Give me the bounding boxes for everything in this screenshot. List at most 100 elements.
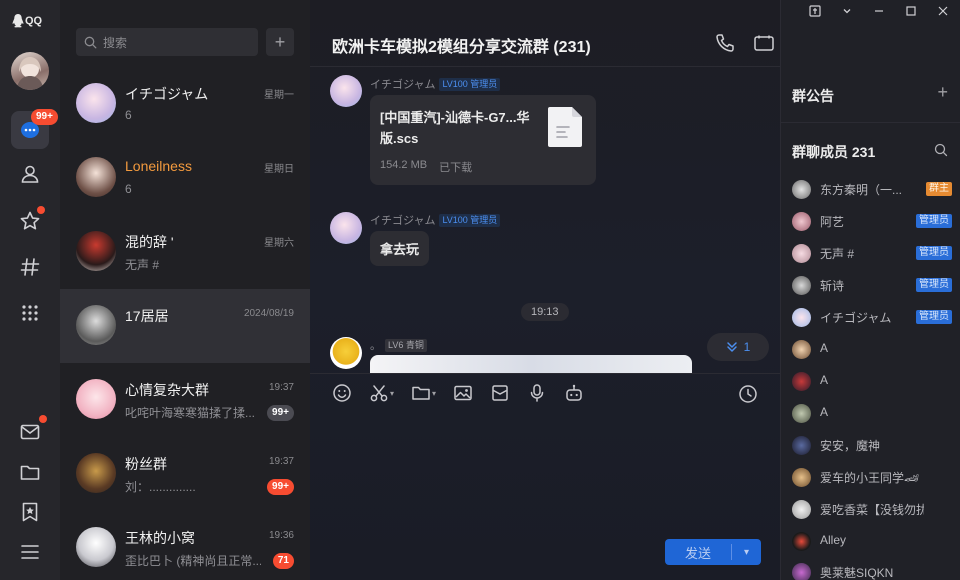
video-call-icon[interactable]: [753, 32, 775, 54]
voice-button[interactable]: [527, 383, 547, 403]
conversation-time: 星期六: [264, 238, 294, 249]
conversation-avatar: [76, 157, 116, 197]
member-search-icon[interactable]: [934, 143, 948, 157]
mail-nav-button[interactable]: [11, 413, 49, 451]
member-item[interactable]: 奥莱魅SIQKN: [792, 561, 952, 580]
member-item[interactable]: Alley: [792, 530, 952, 552]
conversation-item[interactable]: 心情复杂大群 19:37 叱咤叶海寒寒猫揉了揉... 99+: [60, 363, 310, 437]
conversation-list: 搜索 + イチゴジャム 星期一 6 Loneilness 星期日 6 混的辞 '…: [60, 0, 310, 580]
member-avatar: [792, 404, 811, 423]
chevron-down-icon[interactable]: ▾: [390, 389, 394, 398]
member-item[interactable]: 无声 # 管理员: [792, 242, 952, 264]
image-message[interactable]: [370, 355, 692, 373]
add-notice-button[interactable]: +: [937, 82, 948, 103]
robot-button[interactable]: [564, 383, 584, 403]
search-placeholder: 搜索: [103, 35, 128, 50]
admin-badge: 管理员: [916, 246, 952, 260]
conversation-preview: 无声 #: [125, 258, 160, 272]
conversation-item-selected[interactable]: 17居居 2024/08/19: [60, 289, 310, 363]
close-button[interactable]: [934, 6, 952, 19]
group-notice-title[interactable]: 群公告: [792, 86, 834, 106]
member-item[interactable]: 斩诗 管理员: [792, 274, 952, 296]
admin-badge: 管理员: [916, 278, 952, 292]
clock-history-icon[interactable]: [738, 384, 758, 404]
send-options-chevron-icon[interactable]: ▾: [732, 547, 761, 558]
member-item[interactable]: A: [792, 338, 952, 360]
search-input[interactable]: 搜索: [76, 28, 258, 56]
microphone-icon: [530, 384, 544, 402]
group-info-panel: 群公告 + 群聊成员 231 东方秦明（一... 群主 阿艺 管理员 无声 # 管理员…: [780, 0, 960, 580]
member-item[interactable]: 阿艺 管理员: [792, 210, 952, 232]
conversation-name: 心情复杂大群: [125, 382, 209, 398]
window-menu-button[interactable]: [838, 6, 856, 19]
member-item[interactable]: イチゴジャム 管理员: [792, 306, 952, 328]
member-name: 东方秦明（一...: [820, 183, 903, 197]
new-message-count: 1: [743, 340, 751, 354]
member-item[interactable]: A: [792, 370, 952, 392]
mail-icon: [20, 424, 40, 440]
conversation-name: 混的辞 ': [125, 234, 174, 250]
conversation-item[interactable]: 粉丝群 19:37 刘：.............. 99+: [60, 437, 310, 511]
member-name: A: [820, 373, 829, 387]
text-message-bubble[interactable]: 拿去玩: [370, 231, 430, 266]
member-name: 爱车的小王同学🏎: [820, 471, 920, 485]
create-chat-button[interactable]: +: [266, 28, 294, 56]
group-members-title: 群聊成员 231: [792, 144, 876, 160]
conversation-item[interactable]: イチゴジャム 星期一 6: [60, 67, 310, 141]
member-name: 爱吃香菜【没钱勿扰】: [820, 503, 924, 517]
red-packet-button[interactable]: [490, 383, 510, 403]
conversation-item[interactable]: 王林的小窝 19:36 歪比巴卜 (精神尚且正常... 71: [60, 511, 310, 580]
apps-nav-button[interactable]: [11, 294, 49, 332]
send-label: 发送: [684, 545, 711, 561]
member-avatar: [792, 563, 811, 580]
scissors-icon: [370, 385, 388, 402]
send-button[interactable]: 发送 ▾: [665, 539, 761, 565]
file-message-card[interactable]: [中国重汽]-汕德卡-G7...华版.scs 154.2 MB 已下载: [370, 95, 596, 185]
member-avatar: [792, 308, 811, 327]
member-name: A: [820, 341, 829, 355]
maximize-icon: [906, 6, 916, 16]
maximize-button[interactable]: [902, 6, 920, 19]
jump-to-new-messages-button[interactable]: 1: [707, 333, 769, 361]
unread-badge: 71: [272, 553, 294, 569]
files-nav-button[interactable]: [11, 453, 49, 491]
member-avatar: [792, 532, 811, 551]
member-item[interactable]: 爱车的小王同学🏎: [792, 466, 952, 488]
bookmarks-nav-button[interactable]: [11, 493, 49, 531]
hamburger-menu-icon: [21, 545, 39, 559]
chevron-down-icon[interactable]: ▾: [432, 389, 436, 398]
favorites-nav-button[interactable]: [11, 202, 49, 240]
hashtag-icon: [20, 258, 40, 276]
header-divider: [310, 66, 780, 67]
messages-nav-button[interactable]: 99+: [11, 109, 58, 149]
chat-panel: 欧洲卡车模拟2模组分享交流群 (231) イチゴジャム LV100 管理员 [中…: [310, 0, 780, 580]
member-item[interactable]: 东方秦明（一... 群主: [792, 178, 952, 200]
phone-icon[interactable]: [714, 32, 736, 54]
conversation-avatar: [76, 231, 116, 271]
window-controls: [806, 5, 952, 20]
admin-badge: 管理员: [916, 214, 952, 228]
emoji-button[interactable]: [332, 383, 352, 403]
member-item[interactable]: 安安，魔神: [792, 434, 952, 456]
main-menu-button[interactable]: [11, 533, 49, 571]
send-file-button[interactable]: ▾: [411, 383, 436, 403]
conversation-item[interactable]: 混的辞 ' 星期六 无声 #: [60, 215, 310, 289]
robot-icon: [566, 384, 582, 401]
contacts-nav-button[interactable]: [11, 155, 49, 193]
conversation-item[interactable]: Loneilness 星期日 6: [60, 141, 310, 215]
pin-window-button[interactable]: [806, 5, 824, 20]
close-icon: [938, 6, 948, 16]
envelope-box-icon: [492, 385, 508, 401]
member-item[interactable]: 爱吃香菜【没钱勿扰】: [792, 498, 952, 520]
screenshot-button[interactable]: ▾: [369, 383, 394, 403]
user-avatar[interactable]: [11, 52, 49, 90]
sender-avatar[interactable]: [330, 337, 362, 369]
conversation-avatar: [76, 83, 116, 123]
channels-nav-button[interactable]: [11, 248, 49, 286]
sender-avatar[interactable]: [330, 75, 362, 107]
send-image-button[interactable]: [453, 383, 473, 403]
sender-avatar[interactable]: [330, 212, 362, 244]
member-item[interactable]: A: [792, 402, 952, 424]
minimize-button[interactable]: [870, 6, 888, 19]
conversation-time: 2024/08/19: [243, 308, 294, 319]
